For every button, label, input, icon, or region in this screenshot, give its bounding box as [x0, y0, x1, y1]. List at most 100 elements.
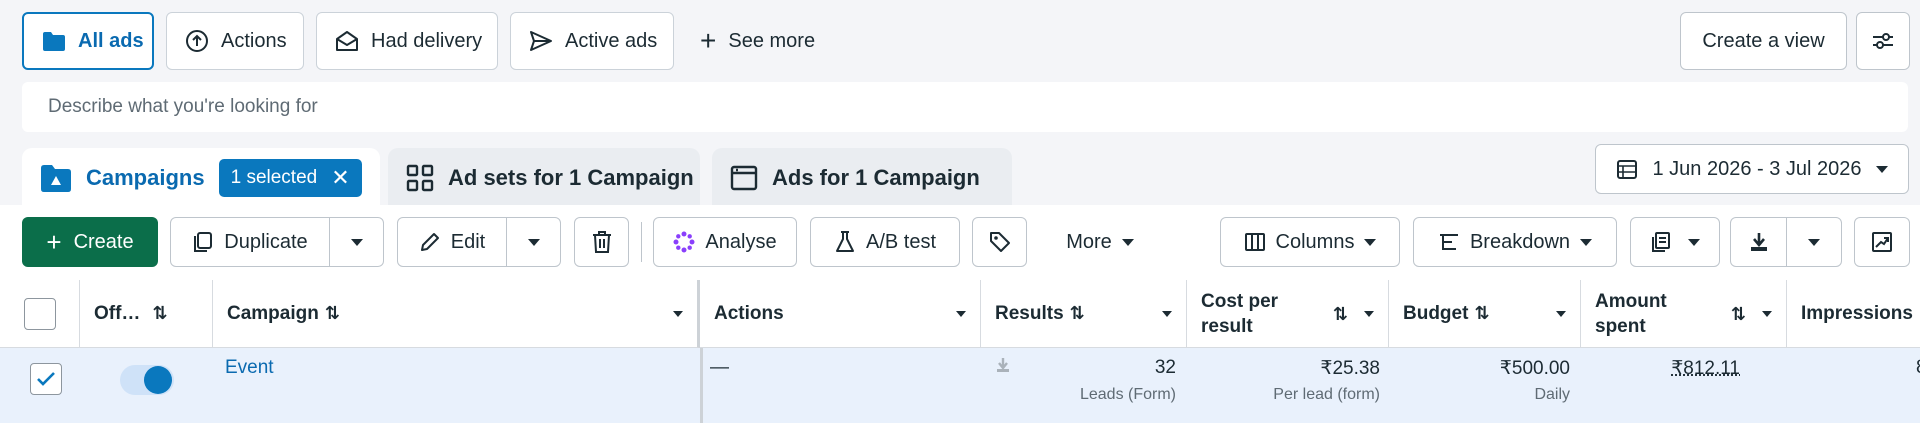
- breakdown-button[interactable]: Breakdown: [1413, 217, 1617, 267]
- header-off-on-label: Off…: [94, 303, 140, 325]
- toggle-knob: [144, 366, 172, 394]
- view-settings-button[interactable]: [1856, 12, 1910, 70]
- header-actions-label: Actions: [714, 303, 784, 325]
- duplicate-button[interactable]: Duplicate: [170, 217, 330, 267]
- report-icon: [1650, 231, 1672, 253]
- chevron-down-icon: [1876, 166, 1888, 173]
- ab-test-label: A/B test: [866, 231, 936, 254]
- filter-all-ads[interactable]: All ads: [22, 12, 154, 70]
- calendar-icon: [1616, 158, 1638, 180]
- grid-icon: [406, 164, 434, 192]
- arrow-up-circle-icon: [185, 29, 209, 53]
- envelope-open-icon: [335, 30, 359, 52]
- filter-actions-label: Actions: [221, 30, 287, 53]
- header-results-label: Results: [995, 303, 1064, 325]
- header-campaign[interactable]: Campaign ⇅: [213, 280, 700, 348]
- copy-icon: [192, 231, 214, 253]
- date-range-label: 1 Jun 2026 - 3 Jul 2026: [1652, 158, 1861, 181]
- reports-button[interactable]: [1630, 217, 1720, 267]
- sort-icon[interactable]: ⇅: [1333, 302, 1348, 327]
- export-dropdown[interactable]: [1786, 217, 1842, 267]
- header-amount-spent-line1: Amount: [1595, 289, 1667, 314]
- chevron-down-icon[interactable]: [1556, 311, 1566, 317]
- tag-button[interactable]: [972, 217, 1027, 267]
- header-cost-per-result-line1: Cost per: [1201, 289, 1278, 314]
- header-budget[interactable]: Budget ⇅: [1389, 280, 1581, 348]
- header-results[interactable]: Results ⇅: [981, 280, 1187, 348]
- sort-icon[interactable]: ⇅: [1731, 302, 1746, 327]
- tab-campaigns[interactable]: Campaigns 1 selected ✕: [22, 148, 380, 208]
- filter-had-delivery-label: Had delivery: [371, 30, 482, 53]
- header-amount-spent[interactable]: Amount spent ⇅: [1581, 280, 1787, 348]
- sort-icon[interactable]: ⇅: [152, 303, 167, 324]
- download-icon: [996, 357, 1010, 373]
- chevron-down-icon[interactable]: [1364, 311, 1374, 317]
- see-more-button[interactable]: + See more: [700, 12, 815, 70]
- chevron-down-icon: [1122, 239, 1134, 246]
- amount-spent-value[interactable]: ₹812.11: [1671, 357, 1740, 380]
- tab-ads[interactable]: Ads for 1 Campaign: [712, 148, 1012, 208]
- table-row[interactable]: [0, 348, 1920, 423]
- close-icon[interactable]: ✕: [331, 165, 349, 191]
- checkmark-icon: [36, 371, 56, 387]
- select-all-checkbox[interactable]: [24, 298, 56, 330]
- header-impressions[interactable]: Impressions: [1787, 280, 1920, 348]
- toolbar-divider: [641, 222, 642, 262]
- filter-active-ads[interactable]: Active ads: [510, 12, 674, 70]
- chevron-down-icon[interactable]: [956, 311, 966, 317]
- selected-badge[interactable]: 1 selected ✕: [219, 159, 362, 197]
- campaign-folder-icon: [40, 163, 72, 193]
- search-input[interactable]: Describe what you're looking for: [22, 82, 1908, 132]
- see-more-label: See more: [728, 30, 815, 53]
- filter-active-ads-label: Active ads: [565, 30, 657, 53]
- campaign-name-link[interactable]: Event: [225, 357, 274, 379]
- budget-value: ₹500.00: [1500, 357, 1570, 380]
- sort-icon[interactable]: ⇅: [1070, 303, 1085, 324]
- chevron-down-icon[interactable]: [1762, 311, 1772, 317]
- header-actions[interactable]: Actions: [700, 280, 981, 348]
- more-button[interactable]: More: [1040, 217, 1160, 267]
- folder-icon: [42, 30, 66, 52]
- tab-ads-label: Ads for 1 Campaign: [772, 165, 980, 191]
- columns-button[interactable]: Columns: [1220, 217, 1400, 267]
- filter-had-delivery[interactable]: Had delivery: [316, 12, 498, 70]
- chevron-down-icon: [1688, 239, 1700, 246]
- campaign-toggle[interactable]: [120, 365, 174, 395]
- create-button[interactable]: + Create: [22, 217, 158, 267]
- row-checkbox[interactable]: [30, 363, 62, 395]
- chevron-down-icon[interactable]: [673, 311, 683, 317]
- filter-all-ads-label: All ads: [78, 30, 144, 53]
- header-cost-per-result[interactable]: Cost per result ⇅: [1187, 280, 1389, 348]
- analyse-button[interactable]: Analyse: [653, 217, 797, 267]
- create-view-button[interactable]: Create a view: [1680, 12, 1847, 70]
- sort-icon[interactable]: ⇅: [1474, 303, 1489, 324]
- header-cost-per-result-line2: result: [1201, 314, 1253, 339]
- results-sub: Leads (Form): [1080, 386, 1176, 404]
- header-impressions-label: Impressions: [1801, 303, 1913, 325]
- breakdown-icon: [1438, 232, 1460, 252]
- edit-dropdown[interactable]: [506, 217, 561, 267]
- sort-icon[interactable]: ⇅: [325, 303, 340, 324]
- chevron-down-icon: [1808, 239, 1820, 246]
- chevron-down-icon: [1580, 239, 1592, 246]
- date-range-picker[interactable]: 1 Jun 2026 - 3 Jul 2026: [1595, 144, 1909, 194]
- delete-button[interactable]: [574, 217, 629, 267]
- edit-button[interactable]: Edit: [397, 217, 507, 267]
- create-view-label: Create a view: [1702, 30, 1824, 53]
- chevron-down-icon[interactable]: [1162, 311, 1172, 317]
- edit-label: Edit: [451, 231, 485, 254]
- export-button[interactable]: [1730, 217, 1787, 267]
- duplicate-dropdown[interactable]: [329, 217, 384, 267]
- search-placeholder: Describe what you're looking for: [48, 96, 318, 118]
- chevron-down-icon: [351, 239, 363, 246]
- cost-per-result-value: ₹25.38: [1320, 357, 1380, 380]
- tab-ad-sets[interactable]: Ad sets for 1 Campaign: [388, 148, 700, 208]
- filter-actions[interactable]: Actions: [166, 12, 304, 70]
- header-off-on[interactable]: Off… ⇅: [80, 280, 213, 348]
- trash-icon: [591, 230, 613, 254]
- ab-test-button[interactable]: A/B test: [810, 217, 960, 267]
- sparkle-icon: [673, 231, 695, 253]
- tab-ad-sets-label: Ad sets for 1 Campaign: [448, 165, 694, 191]
- header-budget-label: Budget: [1403, 303, 1468, 325]
- charts-button[interactable]: [1854, 217, 1910, 267]
